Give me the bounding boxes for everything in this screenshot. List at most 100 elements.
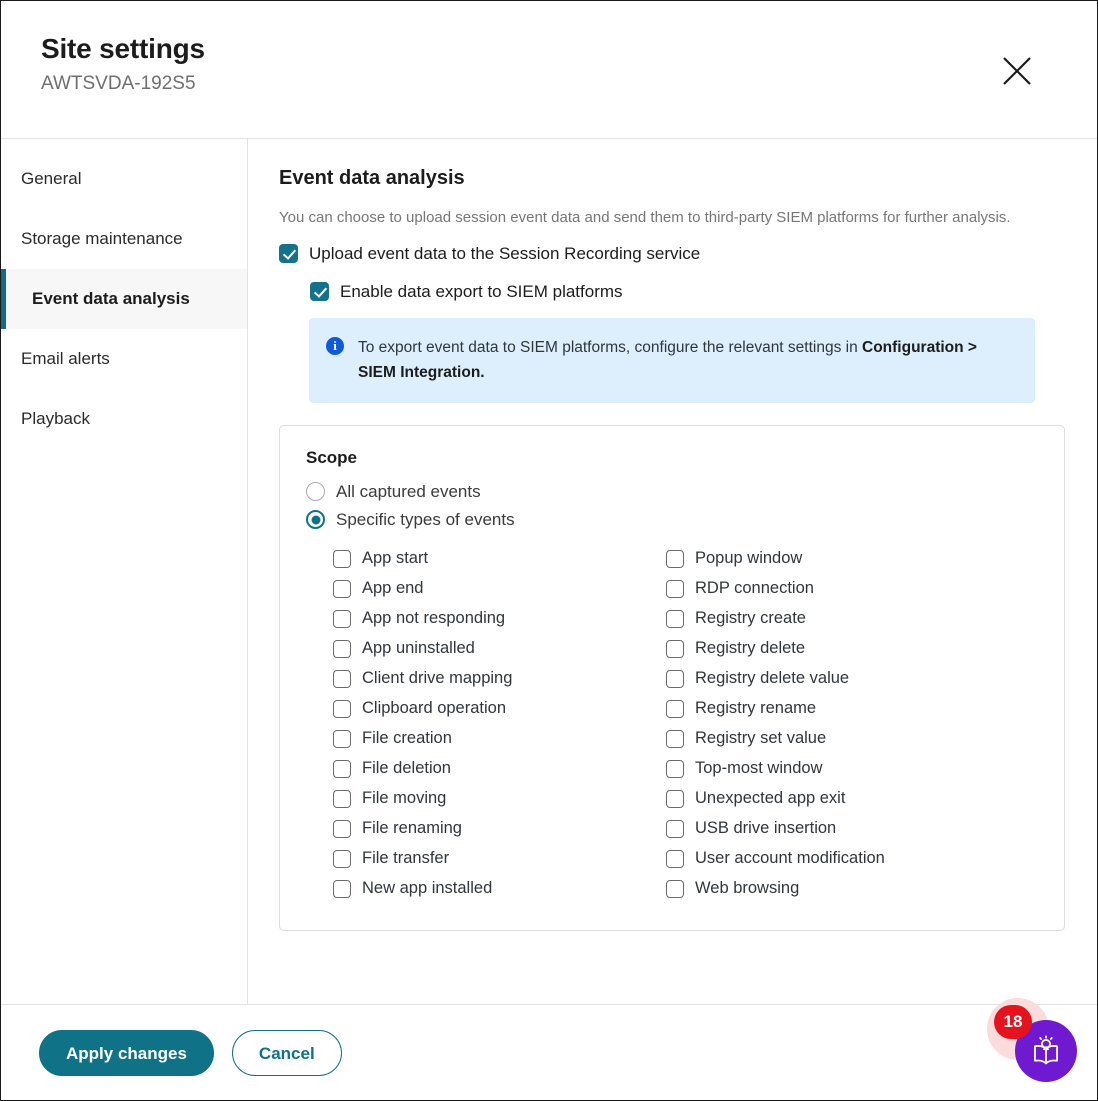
event-label: App start: [362, 549, 429, 568]
event-label: App uninstalled: [362, 639, 475, 658]
radio-specific-types-of-events-control[interactable]: [306, 510, 325, 530]
event-label: Registry create: [695, 609, 806, 628]
checkbox-control[interactable]: [333, 819, 351, 838]
enable-siem-export-label: Enable data export to SIEM platforms: [340, 281, 623, 301]
event-checkbox-registry-create[interactable]: Registry create: [666, 604, 999, 634]
event-checkbox-registry-delete-value[interactable]: Registry delete value: [666, 664, 999, 694]
event-checkbox-file-deletion[interactable]: File deletion: [333, 754, 666, 784]
checkbox-control[interactable]: [666, 819, 684, 838]
checkbox-control[interactable]: [333, 849, 351, 868]
event-checkbox-app-uninstalled[interactable]: App uninstalled: [333, 634, 666, 664]
checkbox-control[interactable]: [666, 579, 684, 598]
checkbox-control[interactable]: [666, 609, 684, 628]
event-checkbox-popup-window[interactable]: Popup window: [666, 544, 999, 574]
event-checkbox-app-not-responding[interactable]: App not responding: [333, 604, 666, 634]
checkbox-control[interactable]: [333, 579, 351, 598]
checkbox-control[interactable]: [333, 699, 351, 718]
info-text-plain: To export event data to SIEM platforms, …: [358, 338, 863, 356]
event-label: File renaming: [362, 819, 462, 838]
checkbox-control[interactable]: [666, 879, 684, 898]
event-types-grid: App start Popup window App end RDP conne…: [333, 544, 1038, 904]
help-notification-badge[interactable]: 18: [994, 1005, 1032, 1039]
event-checkbox-clipboard-operation[interactable]: Clipboard operation: [333, 694, 666, 724]
checkbox-control[interactable]: [666, 849, 684, 868]
event-checkbox-file-transfer[interactable]: File transfer: [333, 844, 666, 874]
event-label: Web browsing: [695, 879, 800, 898]
radio-all-captured-events-control[interactable]: [306, 482, 325, 502]
upload-event-data-checkbox[interactable]: [279, 244, 298, 263]
event-label: New app installed: [362, 879, 493, 898]
checkbox-control[interactable]: [333, 639, 351, 658]
event-checkbox-file-moving[interactable]: File moving: [333, 784, 666, 814]
sidebar-item-event-data-analysis[interactable]: Event data analysis: [1, 269, 247, 329]
event-label: Registry rename: [695, 699, 817, 718]
sidebar-item-storage-maintenance[interactable]: Storage maintenance: [1, 209, 247, 269]
enable-siem-export-checkbox-row[interactable]: Enable data export to SIEM platforms: [310, 282, 1065, 302]
checkbox-control[interactable]: [666, 729, 684, 748]
checkbox-control[interactable]: [333, 789, 351, 808]
close-icon[interactable]: [999, 53, 1035, 89]
checkbox-control[interactable]: [333, 609, 351, 628]
event-label: App not responding: [362, 609, 506, 628]
event-checkbox-app-start[interactable]: App start: [333, 544, 666, 574]
event-checkbox-file-renaming[interactable]: File renaming: [333, 814, 666, 844]
upload-event-data-label: Upload event data to the Session Recordi…: [309, 243, 701, 263]
event-label: Registry set value: [695, 729, 827, 748]
dialog-header: Site settings AWTSVDA-192S5: [1, 1, 1097, 139]
event-checkbox-rdp-connection[interactable]: RDP connection: [666, 574, 999, 604]
event-label: Popup window: [695, 549, 803, 568]
event-checkbox-app-end[interactable]: App end: [333, 574, 666, 604]
event-checkbox-user-account-modification[interactable]: User account modification: [666, 844, 999, 874]
event-label: File transfer: [362, 849, 450, 868]
event-label: Registry delete: [695, 639, 806, 658]
site-settings-dialog: Site settings AWTSVDA-192S5 General Stor…: [0, 0, 1098, 1101]
dialog-body: General Storage maintenance Event data a…: [1, 139, 1097, 1004]
settings-sidebar: General Storage maintenance Event data a…: [1, 139, 248, 1004]
sidebar-item-general[interactable]: General: [1, 149, 247, 209]
checkbox-control[interactable]: [333, 759, 351, 778]
event-checkbox-unexpected-app-exit[interactable]: Unexpected app exit: [666, 784, 999, 814]
sidebar-item-email-alerts[interactable]: Email alerts: [1, 329, 247, 389]
checkbox-control[interactable]: [666, 549, 684, 568]
radio-all-captured-events[interactable]: All captured events: [306, 482, 1038, 502]
event-label: Unexpected app exit: [695, 789, 846, 808]
page-title: Site settings: [41, 33, 205, 64]
apply-changes-button[interactable]: Apply changes: [39, 1029, 214, 1076]
checkbox-control[interactable]: [333, 729, 351, 748]
siem-info-banner: i To export event data to SIEM platforms…: [309, 317, 1035, 403]
sidebar-item-label: Email alerts: [21, 349, 110, 368]
checkbox-control[interactable]: [666, 789, 684, 808]
help-widget: 18: [987, 992, 1081, 1086]
event-checkbox-client-drive-mapping[interactable]: Client drive mapping: [333, 664, 666, 694]
sidebar-item-label: General: [21, 169, 82, 188]
section-title: Event data analysis: [279, 167, 465, 189]
event-checkbox-registry-rename[interactable]: Registry rename: [666, 694, 999, 724]
event-checkbox-file-creation[interactable]: File creation: [333, 724, 666, 754]
event-checkbox-top-most-window[interactable]: Top-most window: [666, 754, 999, 784]
sidebar-item-label: Event data analysis: [32, 289, 190, 308]
cancel-button[interactable]: Cancel: [231, 1029, 342, 1076]
checkbox-control[interactable]: [666, 699, 684, 718]
event-checkbox-registry-delete[interactable]: Registry delete: [666, 634, 999, 664]
sidebar-item-playback[interactable]: Playback: [1, 389, 247, 449]
checkbox-control[interactable]: [666, 759, 684, 778]
event-checkbox-registry-set-value[interactable]: Registry set value: [666, 724, 999, 754]
upload-event-data-checkbox-row[interactable]: Upload event data to the Session Recordi…: [279, 244, 1065, 264]
event-label: Client drive mapping: [362, 669, 513, 688]
dialog-footer: Apply changes Cancel: [1, 1004, 1097, 1100]
event-checkbox-new-app-installed[interactable]: New app installed: [333, 874, 666, 904]
radio-specific-types-of-events-label: Specific types of events: [336, 509, 515, 529]
checkbox-control[interactable]: [333, 669, 351, 688]
checkbox-control[interactable]: [333, 879, 351, 898]
checkbox-control[interactable]: [333, 549, 351, 568]
event-checkbox-usb-drive-insertion[interactable]: USB drive insertion: [666, 814, 999, 844]
radio-specific-types-of-events[interactable]: Specific types of events: [306, 510, 1038, 530]
event-label: User account modification: [695, 849, 885, 868]
checkbox-control[interactable]: [666, 639, 684, 658]
radio-all-captured-events-label: All captured events: [336, 481, 481, 501]
checkbox-control[interactable]: [666, 669, 684, 688]
enable-siem-export-checkbox[interactable]: [310, 282, 329, 301]
event-label: Registry delete value: [695, 669, 850, 688]
event-checkbox-web-browsing[interactable]: Web browsing: [666, 874, 999, 904]
siem-info-text: To export event data to SIEM platforms, …: [358, 335, 1015, 386]
